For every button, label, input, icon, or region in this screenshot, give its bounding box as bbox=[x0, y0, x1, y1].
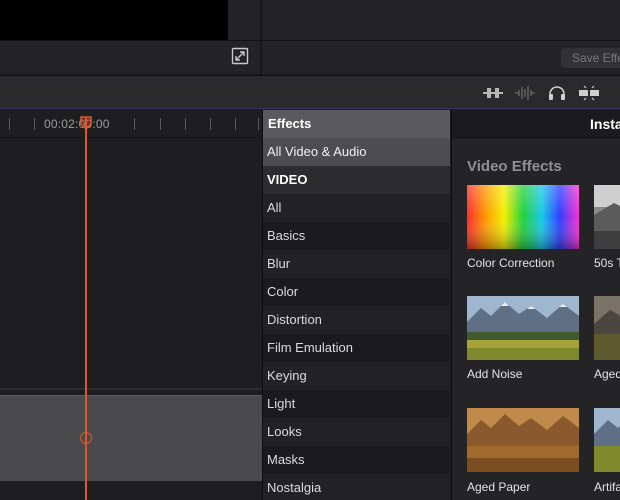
section-title: Video Effects bbox=[467, 158, 562, 175]
timecode-label: 00:02:00:00 bbox=[44, 117, 110, 131]
browser-header: Installed Effects bbox=[452, 110, 620, 138]
effect-thumbnail[interactable] bbox=[467, 185, 579, 249]
effects-browser: Installed Effects Video Effects Color Co… bbox=[451, 110, 620, 500]
effect-label: 50s TV bbox=[594, 256, 620, 270]
category-item[interactable]: Distortion bbox=[263, 306, 450, 334]
effect-label: Artifacts bbox=[594, 480, 620, 494]
timeline[interactable]: 00:02:00:00 bbox=[0, 110, 262, 500]
save-effects-button[interactable]: Save Effects bbox=[561, 48, 620, 68]
playhead-handle-icon[interactable] bbox=[80, 116, 92, 130]
category-item[interactable]: Film Emulation bbox=[263, 334, 450, 362]
category-item[interactable]: Masks bbox=[263, 446, 450, 474]
category-item[interactable]: Blur bbox=[263, 250, 450, 278]
category-item[interactable]: Light bbox=[263, 390, 450, 418]
effect-thumbnail[interactable] bbox=[467, 408, 579, 472]
ruler-tick bbox=[160, 118, 161, 130]
effects-sidebar: Effects All Video & Audio VIDEO All Basi… bbox=[262, 110, 450, 500]
effect-thumbnail[interactable] bbox=[594, 408, 620, 472]
snapping-icon[interactable] bbox=[578, 84, 600, 102]
effect-thumbnail[interactable] bbox=[594, 296, 620, 360]
effect-thumbnail[interactable] bbox=[467, 296, 579, 360]
split-audio-icon[interactable] bbox=[482, 84, 504, 102]
ruler-tick bbox=[34, 118, 35, 130]
effect-label: Add Noise bbox=[467, 367, 523, 381]
effects-header: Effects bbox=[263, 110, 450, 138]
ruler-tick bbox=[235, 118, 236, 130]
ruler-tick bbox=[134, 118, 135, 130]
timeline-toolbar bbox=[0, 75, 620, 109]
category-item[interactable]: Color bbox=[263, 278, 450, 306]
browser-title: Installed Effects bbox=[590, 116, 620, 132]
effect-label: Color Correction bbox=[467, 256, 555, 270]
viewer-canvas bbox=[0, 0, 228, 40]
category-item[interactable]: Looks bbox=[263, 418, 450, 446]
category-item[interactable]: Nostalgia bbox=[263, 474, 450, 500]
waveform-icon[interactable] bbox=[514, 84, 536, 102]
timeline-clip[interactable] bbox=[0, 395, 262, 481]
viewer-controls-bar bbox=[0, 40, 260, 74]
inspector-area bbox=[261, 0, 620, 40]
category-item[interactable]: All bbox=[263, 194, 450, 222]
effect-label: Aged Film bbox=[594, 367, 620, 381]
ruler-tick bbox=[185, 118, 186, 130]
category-item[interactable]: Keying bbox=[263, 362, 450, 390]
headphones-icon[interactable] bbox=[546, 84, 568, 102]
timeline-ruler[interactable]: 00:02:00:00 bbox=[0, 110, 262, 138]
keyframe-marker[interactable] bbox=[80, 432, 92, 444]
ruler-tick bbox=[210, 118, 211, 130]
ruler-tick bbox=[9, 118, 10, 130]
section-video: VIDEO bbox=[263, 166, 450, 194]
category-item[interactable]: Basics bbox=[263, 222, 450, 250]
expand-arrows-icon[interactable] bbox=[231, 47, 249, 65]
ruler-tick bbox=[258, 118, 259, 130]
effect-label: Aged Paper bbox=[467, 480, 531, 494]
effect-thumbnail[interactable] bbox=[594, 185, 620, 249]
category-all-video-audio[interactable]: All Video & Audio bbox=[263, 138, 450, 166]
viewer-area bbox=[0, 0, 260, 40]
track-divider bbox=[0, 388, 262, 390]
